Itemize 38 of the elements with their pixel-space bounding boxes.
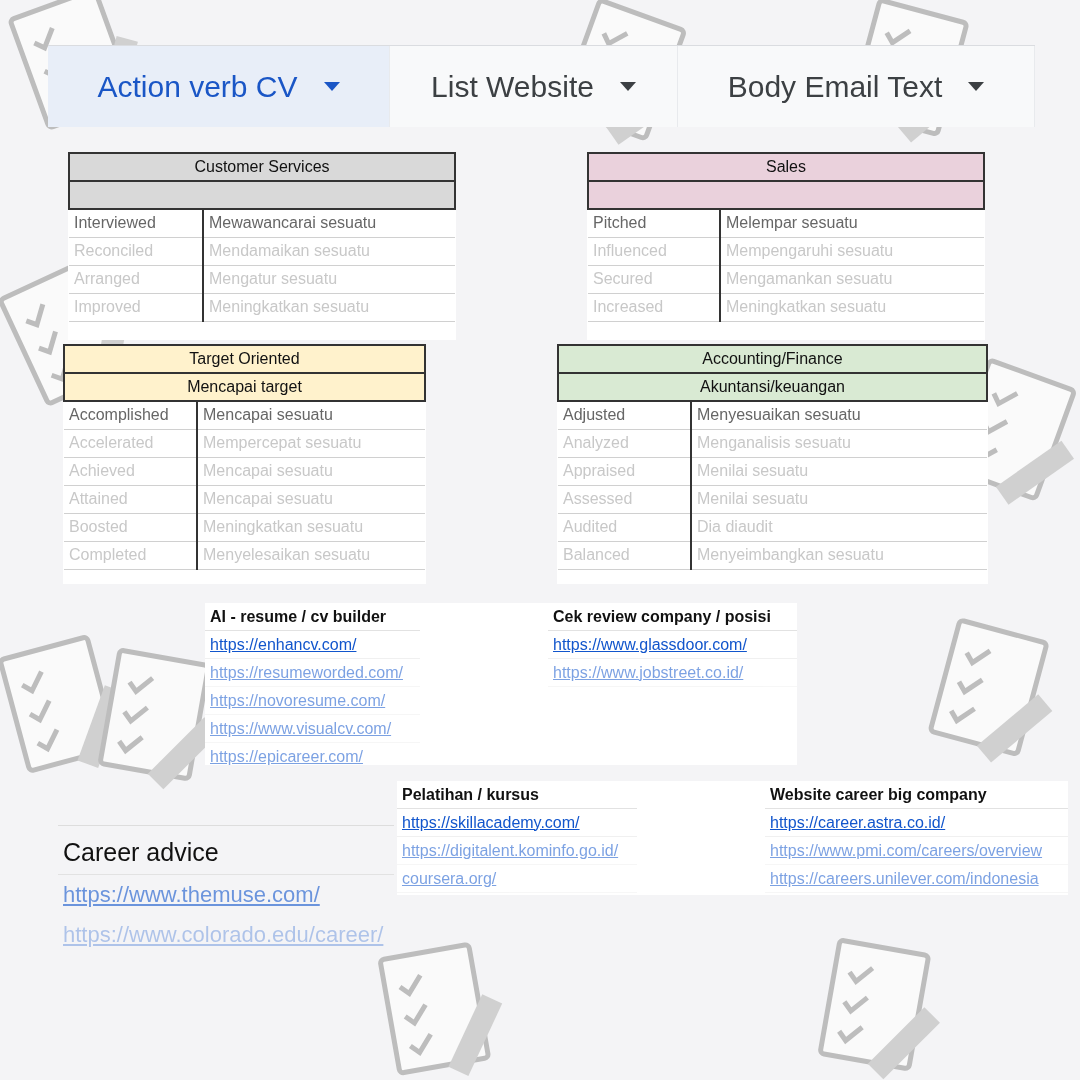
column-header: Website career big company (765, 781, 1068, 809)
column-header: Pelatihan / kursus (397, 781, 637, 809)
column-header: Cek review company / posisi (548, 603, 797, 631)
link[interactable]: https://epicareer.com/ (205, 743, 420, 765)
table-cell: Mencapai sesuatu (197, 401, 425, 429)
table-cell: Accomplished (64, 401, 197, 429)
table-header: Sales (588, 153, 984, 181)
table-cell: Melempar sesuatu (720, 209, 984, 237)
section-title: Career advice (58, 826, 394, 875)
table-header: Accounting/Finance (558, 345, 987, 373)
sheet-tab[interactable]: Action verb CV (48, 46, 390, 127)
table-header: Target Oriented (64, 345, 425, 373)
link[interactable]: https://skillacademy.com/ (397, 809, 637, 837)
link[interactable]: https://digitalent.kominfo.go.id/ (397, 837, 637, 865)
caret-icon (323, 81, 340, 92)
table-cell: Menyesuaikan sesuatu (691, 401, 987, 429)
link[interactable]: coursera.org/ (397, 865, 637, 893)
link[interactable]: https://career.astra.co.id/ (765, 809, 1068, 837)
link[interactable]: https://www.jobstreet.co.id/ (548, 659, 797, 687)
column-header: AI - resume / cv builder (205, 603, 420, 631)
caret-icon (968, 81, 985, 92)
link[interactable]: https://www.visualcv.com/ (205, 715, 420, 743)
table-cell: Pitched (588, 209, 720, 237)
link[interactable]: https://www.themuse.com/ (58, 874, 394, 915)
table-cell: Mewawancarai sesuatu (203, 209, 455, 237)
table-subheader: Mencapai target (64, 373, 425, 401)
link[interactable]: https://www.glassdoor.com/ (548, 631, 797, 659)
caret-icon (619, 81, 636, 92)
table-cell: Adjusted (558, 401, 691, 429)
table-subheader: Akuntansi/keuangan (558, 373, 987, 401)
table-cell: Interviewed (69, 209, 203, 237)
link[interactable]: https://www.pmi.com/careers/overview (765, 837, 1068, 865)
link[interactable]: https://novoresume.com/ (205, 687, 420, 715)
table-header: Customer Services (69, 153, 455, 181)
link[interactable]: https://enhancv.com/ (205, 631, 420, 659)
link[interactable]: https://careers.unilever.com/indonesia (765, 865, 1068, 893)
link[interactable]: https://resumeworded.com/ (205, 659, 420, 687)
link[interactable]: https://www.colorado.edu/career/ (58, 914, 394, 955)
